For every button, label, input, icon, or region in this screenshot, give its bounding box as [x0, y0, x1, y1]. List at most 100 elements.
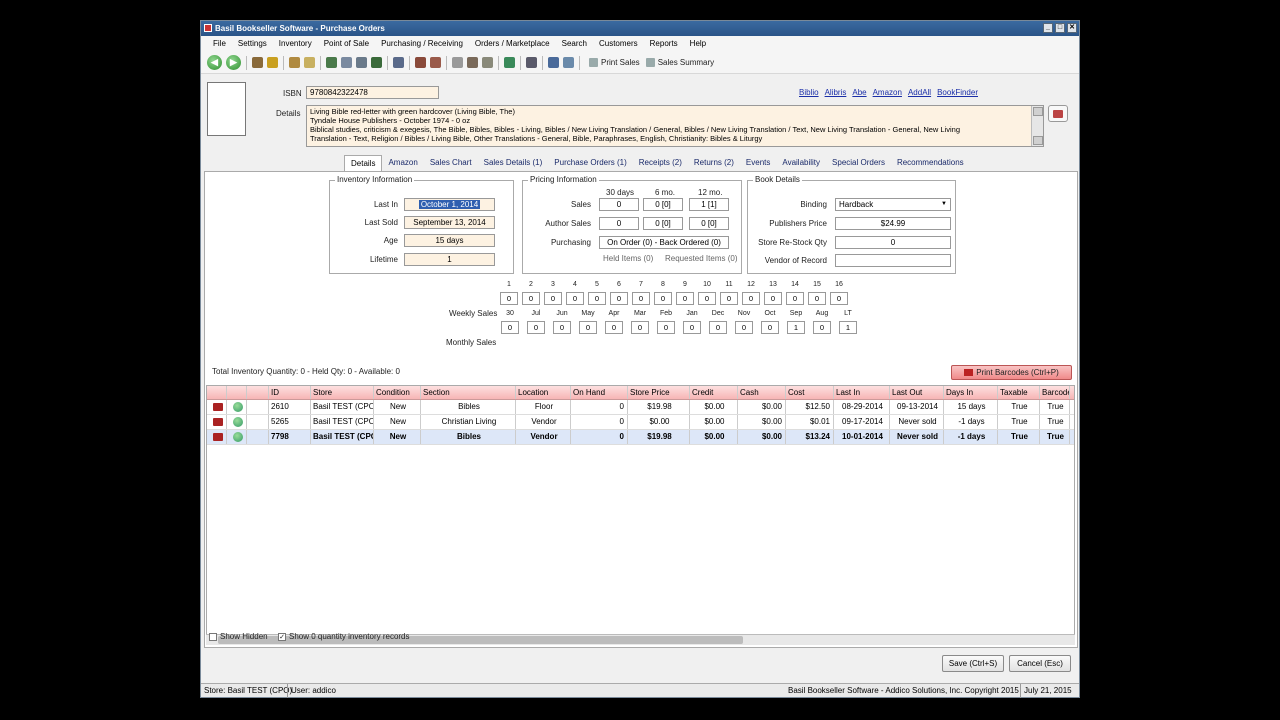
- column-header[interactable]: Section: [421, 386, 516, 399]
- weekly-value[interactable]: 0: [500, 292, 518, 305]
- weekly-value[interactable]: 0: [610, 292, 628, 305]
- column-header[interactable]: Days In: [944, 386, 998, 399]
- menu-file[interactable]: File: [207, 36, 232, 52]
- weekly-value[interactable]: 0: [764, 292, 782, 305]
- monthly-value[interactable]: 0: [709, 321, 727, 334]
- tab-receipts[interactable]: Receipts (2): [633, 155, 688, 171]
- column-header[interactable]: Cost: [786, 386, 834, 399]
- weekly-value[interactable]: 0: [698, 292, 716, 305]
- link-bookfinder[interactable]: BookFinder: [937, 88, 978, 97]
- last-sold-field[interactable]: September 13, 2014: [404, 216, 495, 229]
- menu-settings[interactable]: Settings: [232, 36, 273, 52]
- lifetime-field[interactable]: 1: [404, 253, 495, 266]
- isbn-input[interactable]: 9780842322478: [306, 86, 439, 99]
- column-header[interactable]: On Hand: [571, 386, 628, 399]
- tool-icon[interactable]: [341, 57, 352, 68]
- menu-orders[interactable]: Orders / Marketplace: [469, 36, 556, 52]
- tool-icon[interactable]: [482, 57, 493, 68]
- globe-icon[interactable]: [232, 417, 243, 427]
- sales-summary-button[interactable]: Sales Summary: [645, 58, 714, 67]
- binding-select[interactable]: Hardback ▼: [835, 198, 951, 211]
- monthly-value[interactable]: 0: [657, 321, 675, 334]
- monthly-value[interactable]: 0: [631, 321, 649, 334]
- barcode-icon[interactable]: [212, 418, 223, 426]
- column-header[interactable]: Cash: [738, 386, 786, 399]
- document-icon[interactable]: [452, 57, 463, 68]
- link-alibris[interactable]: Alibris: [825, 88, 847, 97]
- column-header[interactable]: [247, 386, 269, 399]
- purchasing-field[interactable]: On Order (0) - Back Ordered (0): [599, 236, 729, 249]
- globe-icon[interactable]: [232, 432, 243, 442]
- column-header[interactable]: Barcode: [1040, 386, 1070, 399]
- weekly-value[interactable]: 0: [654, 292, 672, 305]
- show-hidden-checkbox[interactable]: Show Hidden: [209, 632, 268, 641]
- menu-reports[interactable]: Reports: [644, 36, 684, 52]
- column-header[interactable]: Taxable: [998, 386, 1040, 399]
- menu-point-of-sale[interactable]: Point of Sale: [318, 36, 375, 52]
- column-header[interactable]: Store: [311, 386, 374, 399]
- tab-purchase-orders[interactable]: Purchase Orders (1): [548, 155, 632, 171]
- menu-customers[interactable]: Customers: [593, 36, 644, 52]
- column-header[interactable]: [227, 386, 247, 399]
- weekly-value[interactable]: 0: [808, 292, 826, 305]
- chart-icon[interactable]: [548, 57, 559, 68]
- globe-icon[interactable]: [232, 402, 243, 412]
- last-in-field[interactable]: October 1, 2014: [404, 198, 495, 211]
- table-row[interactable]: 5265 Basil TEST (CPO) New Christian Living V…: [207, 415, 1074, 430]
- maximize-button[interactable]: □: [1055, 23, 1065, 33]
- show-zero-checkbox[interactable]: ✓ Show 0 quantity inventory records: [278, 632, 410, 641]
- monthly-value[interactable]: 0: [735, 321, 753, 334]
- monthly-value[interactable]: 0: [553, 321, 571, 334]
- table-row[interactable]: 7798 Basil TEST (CPO) New Bibles Vendor 0 $19.…: [207, 430, 1074, 445]
- tool-icon[interactable]: [430, 57, 441, 68]
- weekly-value[interactable]: 0: [830, 292, 848, 305]
- search-icon[interactable]: [267, 57, 278, 68]
- forward-arrow-icon[interactable]: ▶: [226, 55, 241, 70]
- monthly-value[interactable]: 0: [605, 321, 623, 334]
- column-header[interactable]: Credit: [690, 386, 738, 399]
- weekly-value[interactable]: 0: [676, 292, 694, 305]
- tab-sales-details[interactable]: Sales Details (1): [478, 155, 549, 171]
- tool-icon[interactable]: [526, 57, 537, 68]
- column-header[interactable]: Last Out: [890, 386, 944, 399]
- magnifier-icon[interactable]: [356, 57, 367, 68]
- save-button[interactable]: Save (Ctrl+S): [942, 655, 1004, 672]
- monthly-value[interactable]: 0: [527, 321, 545, 334]
- weekly-value[interactable]: 0: [742, 292, 760, 305]
- menu-help[interactable]: Help: [684, 36, 712, 52]
- author-6mo[interactable]: 0 [0]: [643, 217, 683, 230]
- tab-events[interactable]: Events: [740, 155, 776, 171]
- cancel-button[interactable]: Cancel (Esc): [1009, 655, 1071, 672]
- tool-icon[interactable]: [415, 57, 426, 68]
- menu-inventory[interactable]: Inventory: [273, 36, 318, 52]
- link-abe[interactable]: Abe: [852, 88, 866, 97]
- monthly-value[interactable]: 0: [579, 321, 597, 334]
- book-button[interactable]: [1048, 105, 1068, 122]
- vendor-field[interactable]: [835, 254, 951, 267]
- tool-icon[interactable]: [563, 57, 574, 68]
- column-header[interactable]: Store Price: [628, 386, 690, 399]
- table-row[interactable]: 2610 Basil TEST (CPO) New Bibles Floor 0 $19.9…: [207, 400, 1074, 415]
- sales-30[interactable]: 0: [599, 198, 639, 211]
- monthly-value[interactable]: 1: [839, 321, 857, 334]
- age-field[interactable]: 15 days: [404, 234, 495, 247]
- tool-icon[interactable]: [289, 57, 300, 68]
- close-button[interactable]: ✕: [1067, 23, 1077, 33]
- weekly-value[interactable]: 0: [566, 292, 584, 305]
- barcode-icon[interactable]: [212, 403, 223, 411]
- monthly-value[interactable]: 1: [787, 321, 805, 334]
- menu-search[interactable]: Search: [556, 36, 593, 52]
- tab-sales-chart[interactable]: Sales Chart: [424, 155, 478, 171]
- column-header[interactable]: [207, 386, 227, 399]
- details-textarea[interactable]: Living Bible red-letter with green hardc…: [306, 105, 1044, 147]
- menu-purchasing[interactable]: Purchasing / Receiving: [375, 36, 469, 52]
- tab-availability[interactable]: Availability: [776, 155, 826, 171]
- column-header[interactable]: ID: [269, 386, 311, 399]
- barcode-icon[interactable]: [212, 433, 223, 441]
- weekly-value[interactable]: 0: [588, 292, 606, 305]
- author-12mo[interactable]: 0 [0]: [689, 217, 729, 230]
- tab-details[interactable]: Details: [344, 155, 383, 171]
- minimize-button[interactable]: _: [1043, 23, 1053, 33]
- link-biblio[interactable]: Biblio: [799, 88, 819, 97]
- publishers-price-field[interactable]: $24.99: [835, 217, 951, 230]
